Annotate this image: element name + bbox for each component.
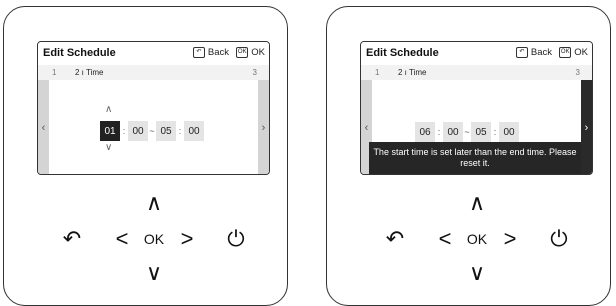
left-key-icon[interactable]: < [439, 228, 452, 250]
step-2-current: 2 ı Time [75, 68, 104, 77]
screen-title: Edit Schedule [366, 47, 439, 59]
start-hour-field[interactable]: 06 [415, 122, 435, 142]
step-3: 3 [252, 68, 257, 77]
remote-panel-left: Edit Schedule ↶ Back OK OK 1 2 ı Time 3 … [3, 6, 288, 306]
down-key-icon[interactable]: ∨ [469, 262, 485, 284]
chevron-left-icon: ‹ [41, 122, 46, 134]
range-separator: ~ [464, 127, 470, 137]
remote-panel-right: Edit Schedule ↶ Back OK OK 1 2 ı Time 3 … [326, 6, 611, 306]
time-separator: : [122, 126, 126, 136]
time-separator: : [178, 126, 182, 136]
back-key-icon[interactable]: ↶ [386, 228, 404, 250]
end-minute-field[interactable]: 00 [184, 121, 204, 141]
left-key-icon[interactable]: < [116, 228, 129, 250]
up-key-icon[interactable]: ∧ [146, 192, 162, 214]
display-screen: Edit Schedule ↶ Back OK OK 1 2 ı Time 3 … [360, 41, 593, 175]
step-indicator: 1 2 ı Time 3 [361, 65, 592, 80]
time-separator: : [493, 127, 497, 137]
time-range: 01 : 00 ~ 05 : 00 [100, 121, 204, 141]
back-button[interactable]: ↶ Back [192, 47, 229, 58]
right-key-icon[interactable]: > [504, 228, 517, 250]
back-icon: ↶ [192, 47, 205, 58]
step-1: 1 [52, 68, 57, 77]
end-hour-field[interactable]: 05 [471, 122, 491, 142]
start-minute-field[interactable]: 00 [128, 121, 148, 141]
screen-title: Edit Schedule [43, 47, 116, 59]
ok-button[interactable]: OK OK [559, 47, 588, 58]
step-2-current: 2 ı Time [398, 68, 427, 77]
display-screen: Edit Schedule ↶ Back OK OK 1 2 ı Time 3 … [37, 41, 270, 175]
ok-key[interactable]: OK [467, 232, 487, 246]
back-label: Back [207, 47, 229, 58]
screen-header: Edit Schedule ↶ Back OK OK [38, 42, 269, 65]
back-button[interactable]: ↶ Back [515, 47, 552, 58]
next-step-arrow[interactable]: › [258, 80, 269, 174]
ok-label: OK [574, 47, 588, 58]
right-key-icon[interactable]: > [181, 228, 194, 250]
chevron-right-icon: › [584, 122, 589, 134]
up-key-icon[interactable]: ∧ [469, 192, 485, 214]
step-1: 1 [375, 68, 380, 77]
ok-label: OK [251, 47, 265, 58]
chevron-right-icon: › [261, 122, 266, 134]
step-3: 3 [575, 68, 580, 77]
increment-caret-icon[interactable]: ∧ [105, 104, 112, 115]
screen-header: Edit Schedule ↶ Back OK OK [361, 42, 592, 65]
back-key-icon[interactable]: ↶ [63, 228, 81, 250]
step-indicator: 1 2 ı Time 3 [38, 65, 269, 80]
start-minute-field[interactable]: 00 [443, 122, 463, 142]
back-icon: ↶ [515, 47, 528, 58]
error-message: The start time is set later than the end… [369, 142, 581, 174]
decrement-caret-icon[interactable]: ∨ [105, 142, 112, 153]
time-separator: : [437, 127, 441, 137]
next-step-arrow[interactable]: › [581, 80, 592, 174]
ok-icon: OK [236, 47, 249, 58]
ok-button[interactable]: OK OK [236, 47, 265, 58]
power-key-icon[interactable]: ⏻ [550, 228, 567, 250]
end-hour-field[interactable]: 05 [156, 121, 176, 141]
prev-step-arrow[interactable]: ‹ [38, 80, 49, 174]
range-separator: ~ [149, 126, 155, 136]
back-label: Back [530, 47, 552, 58]
start-hour-field[interactable]: 01 [100, 121, 120, 141]
chevron-left-icon: ‹ [364, 122, 369, 134]
end-minute-field[interactable]: 00 [499, 122, 519, 142]
down-key-icon[interactable]: ∨ [146, 262, 162, 284]
time-range: 06 : 00 ~ 05 : 00 [415, 122, 519, 142]
ok-icon: OK [559, 47, 572, 58]
ok-key[interactable]: OK [144, 232, 164, 246]
power-key-icon[interactable]: ⏻ [227, 228, 244, 250]
